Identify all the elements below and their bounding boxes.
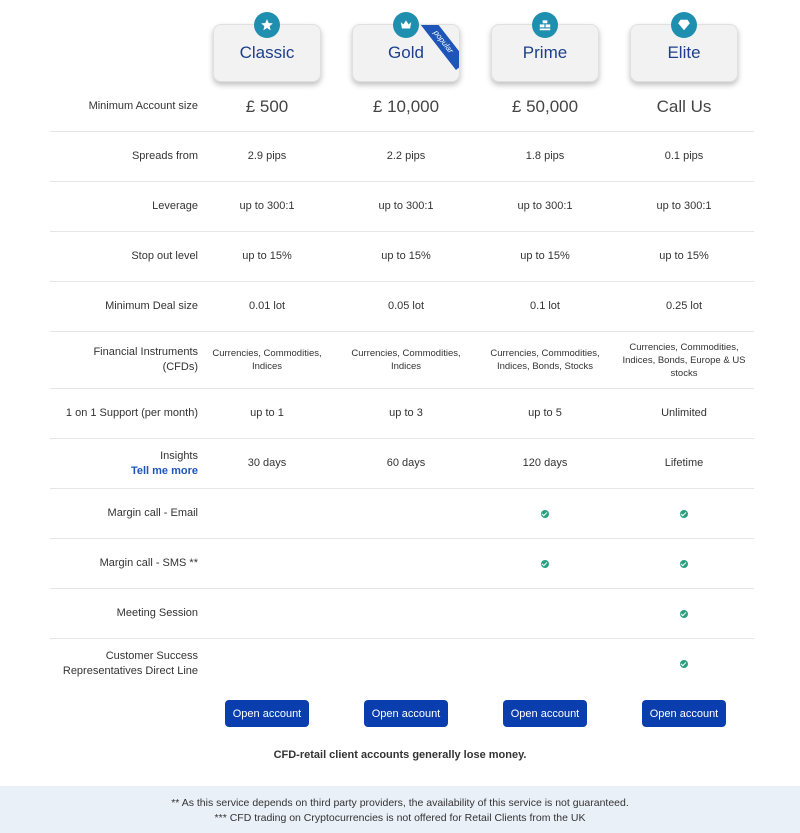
table-cell: 0.1 lot <box>530 300 560 312</box>
table-cell <box>618 539 750 588</box>
table-row: Customer Success Representatives Direct … <box>50 639 754 689</box>
row-label: Customer Success Representatives Direct … <box>62 650 198 677</box>
table-cell: up to 5 <box>528 407 562 419</box>
table-cell: up to 300:1 <box>239 200 295 212</box>
check-icon <box>541 559 549 568</box>
table-cell: up to 15% <box>242 250 292 262</box>
table-cell: 60 days <box>386 457 426 469</box>
table-cell: up to 15% <box>381 250 431 262</box>
table-row: Spreads from 2.9 pips 2.2 pips 1.8 pips … <box>50 132 754 182</box>
row-label: Minimum Deal size <box>105 300 198 312</box>
table-row: Stop out level up to 15% up to 15% up to… <box>50 232 754 282</box>
row-label: Margin call - Email <box>107 507 198 519</box>
row-label: Stop out level <box>131 250 198 262</box>
table-cell: up to 15% <box>659 250 709 262</box>
row-label: Insights Tell me more <box>38 439 198 488</box>
popular-ribbon: popular <box>419 25 459 70</box>
table-cell: Call Us <box>656 97 712 116</box>
check-icon <box>680 559 688 568</box>
tell-me-more-link[interactable]: Tell me more <box>131 464 198 479</box>
row-label: Spreads from <box>131 150 198 162</box>
plan-name-prime: Prime <box>522 43 568 62</box>
row-label: Leverage <box>152 200 198 212</box>
diamond-icon <box>671 12 697 38</box>
table-cell: up to 300:1 <box>656 200 712 212</box>
table-cell: up to 15% <box>520 250 570 262</box>
table-row: Meeting Session <box>50 589 754 639</box>
table-cell: 0.01 lot <box>248 300 286 312</box>
table-row: Minimum Account size £ 500 £ 10,000 £ 50… <box>50 82 754 132</box>
table-cell <box>618 639 750 689</box>
footer-note-1: ** As this service depends on third part… <box>171 797 629 809</box>
check-icon <box>680 509 688 518</box>
table-cell: up to 300:1 <box>517 200 573 212</box>
check-icon <box>541 509 549 518</box>
insights-label: Insights <box>160 449 198 462</box>
bars-icon <box>532 12 558 38</box>
table-cell: £ 10,000 <box>372 97 440 116</box>
table-cell: up to 1 <box>250 407 284 419</box>
comparison-table: Minimum Account size £ 500 £ 10,000 £ 50… <box>50 82 754 689</box>
table-cell: up to 300:1 <box>378 200 434 212</box>
table-cell: 1.8 pips <box>525 150 565 162</box>
table-cell: Unlimited <box>661 407 707 419</box>
footer-notes: ** As this service depends on third part… <box>0 786 800 833</box>
table-cell: 0.05 lot <box>387 300 425 312</box>
crown-icon <box>393 12 419 38</box>
table-cell <box>479 539 611 588</box>
table-cell <box>618 589 750 638</box>
row-label: Meeting Session <box>116 607 198 619</box>
table-cell: Currencies, Commodities, Indices, Bonds,… <box>622 341 746 379</box>
open-account-button-classic[interactable]: Open account <box>225 700 309 727</box>
table-cell: 2.9 pips <box>247 150 287 162</box>
row-label: 1 on 1 Support (per month) <box>65 407 198 419</box>
open-account-button-prime[interactable]: Open account <box>503 700 587 727</box>
row-label: Margin call - SMS ** <box>99 557 198 569</box>
table-row: Margin call - Email <box>50 489 754 539</box>
table-cell <box>479 489 611 538</box>
table-cell: Currencies, Commodities, Indices <box>212 348 322 372</box>
table-row: 1 on 1 Support (per month) up to 1 up to… <box>50 389 754 439</box>
open-account-button-gold[interactable]: Open account <box>364 700 448 727</box>
row-label: Minimum Account size <box>88 100 198 112</box>
plan-name-gold: Gold <box>388 43 424 62</box>
plan-name-classic: Classic <box>239 43 295 62</box>
table-row: Insights Tell me more 30 days 60 days 12… <box>50 439 754 489</box>
plan-header: Classic Gold popular Prime Elite <box>0 12 800 84</box>
star-icon <box>254 12 280 38</box>
table-cell: Currencies, Commodities, Indices <box>351 348 461 372</box>
check-icon <box>680 660 688 668</box>
footer-note-2: *** CFD trading on Cryptocurrencies is n… <box>214 812 586 824</box>
table-cell: 0.25 lot <box>665 300 703 312</box>
table-cell: 120 days <box>522 457 568 469</box>
table-cell: 2.2 pips <box>386 150 426 162</box>
table-cell: Currencies, Commodities, Indices, Bonds,… <box>490 348 600 372</box>
table-cell: £ 500 <box>245 97 289 116</box>
table-cell <box>618 489 750 538</box>
check-icon <box>680 609 688 618</box>
table-cell: £ 50,000 <box>511 97 579 116</box>
table-row: Leverage up to 300:1 up to 300:1 up to 3… <box>50 182 754 232</box>
plan-name-elite: Elite <box>667 43 701 62</box>
row-label: Financial Instruments (CFDs) <box>93 346 198 373</box>
table-cell: 0.1 pips <box>664 150 704 162</box>
table-cell: 30 days <box>247 457 287 469</box>
table-cell: Lifetime <box>664 457 704 469</box>
table-row: Minimum Deal size 0.01 lot 0.05 lot 0.1 … <box>50 282 754 332</box>
risk-warning: CFD-retail client accounts generally los… <box>273 749 527 761</box>
open-account-button-elite[interactable]: Open account <box>642 700 726 727</box>
table-row: Margin call - SMS ** <box>50 539 754 589</box>
open-account-buttons: Open account Open account Open account O… <box>0 700 800 727</box>
table-row: Financial Instruments (CFDs) Currencies,… <box>50 332 754 389</box>
table-cell: up to 3 <box>389 407 423 419</box>
